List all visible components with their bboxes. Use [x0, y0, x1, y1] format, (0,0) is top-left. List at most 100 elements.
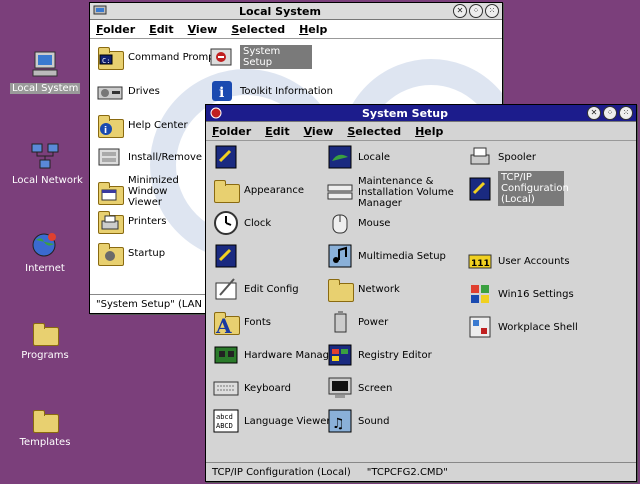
- computer-icon: [30, 50, 60, 80]
- svg-text:i: i: [219, 85, 224, 101]
- item-minimized-window-viewer[interactable]: Minimized Window Viewer: [96, 175, 198, 208]
- menu-selected[interactable]: Selected: [347, 125, 401, 138]
- system-menu-icon[interactable]: [209, 107, 223, 119]
- notebook-icon: [212, 242, 240, 270]
- system-setup-titlebar[interactable]: System Setup ✕ ⁘ ⁙: [206, 105, 636, 122]
- local-system-titlebar[interactable]: Local System ✕ ⁘ ⁙: [90, 3, 502, 20]
- system-setup-window[interactable]: System Setup ✕ ⁘ ⁙ Folder Edit View Sele…: [205, 104, 637, 482]
- item-mouse[interactable]: Mouse: [326, 209, 390, 237]
- maximize-button[interactable]: ⁙: [485, 4, 499, 18]
- system-setup-status: TCP/IP Configuration (Local) "TCPCFG2.CM…: [206, 462, 636, 481]
- item-network[interactable]: Network: [326, 275, 400, 303]
- item-language-viewer[interactable]: abcd ABCD Language Viewer: [212, 407, 331, 435]
- locale-icon: [326, 143, 354, 171]
- status-selected-object: TCP/IP Configuration (Local): [212, 466, 351, 478]
- spooler-icon: [466, 143, 494, 171]
- item-locale[interactable]: Locale: [326, 143, 390, 171]
- desktop-icon-local-network[interactable]: Local Network: [10, 142, 83, 186]
- svg-text:abcd: abcd: [216, 413, 233, 421]
- workplace-shell-icon: [466, 313, 494, 341]
- svg-text:A: A: [215, 314, 232, 336]
- local-system-menubar: Folder Edit View Selected Help: [90, 20, 502, 39]
- desktop-icon-label: Templates: [19, 437, 71, 448]
- menu-view[interactable]: View: [188, 23, 218, 36]
- item-workplace-shell[interactable]: Workplace Shell: [466, 313, 578, 341]
- screen-icon: [326, 374, 354, 402]
- item-unnamed-2[interactable]: [212, 242, 244, 270]
- system-setup-content: Appearance Clock Edit Config A Fonts Har…: [206, 141, 636, 462]
- minimize-button[interactable]: ⁘: [603, 106, 617, 120]
- svg-text:ABCD: ABCD: [216, 422, 233, 430]
- volume-manager-icon: [326, 179, 354, 207]
- desktop-icon-templates[interactable]: Templates: [10, 404, 80, 448]
- item-command-prompts[interactable]: C: Command Prompts: [96, 43, 224, 71]
- item-startup[interactable]: Startup: [96, 239, 165, 267]
- multimedia-icon: [326, 242, 354, 270]
- item-registry-editor[interactable]: Registry Editor: [326, 341, 432, 369]
- item-user-accounts[interactable]: 111 User Accounts: [466, 247, 570, 275]
- desktop-icon-label: Programs: [21, 350, 69, 361]
- item-hardware-manager[interactable]: Hardware Manager: [212, 341, 339, 369]
- maximize-button[interactable]: ⁙: [619, 106, 633, 120]
- item-maintenance-installation-volume-manager[interactable]: Maintenance & Installation Volume Manage…: [326, 176, 468, 209]
- item-edit-config[interactable]: Edit Config: [212, 275, 299, 303]
- item-system-setup[interactable]: System Setup: [208, 43, 312, 71]
- mouse-icon: [326, 209, 354, 237]
- system-setup-menubar: Folder Edit View Selected Help: [206, 122, 636, 141]
- svg-text:111: 111: [471, 259, 490, 269]
- item-power[interactable]: Power: [326, 308, 388, 336]
- printers-icon: [96, 207, 124, 235]
- menu-folder[interactable]: Folder: [212, 125, 251, 138]
- item-clock[interactable]: Clock: [212, 209, 271, 237]
- minimize-button[interactable]: ⁘: [469, 4, 483, 18]
- item-toolkit-information[interactable]: i Toolkit Information: [208, 77, 333, 105]
- minimized-window-viewer-icon: [96, 178, 124, 206]
- item-appearance[interactable]: Appearance: [212, 176, 304, 204]
- network-folder-icon: [326, 275, 354, 303]
- window-title: Local System: [239, 4, 321, 18]
- windows-flag-icon: [466, 280, 494, 308]
- item-install-remove[interactable]: Install/Remove: [96, 143, 202, 171]
- close-button[interactable]: ✕: [453, 4, 467, 18]
- appearance-folder-icon: [212, 176, 240, 204]
- item-win16-settings[interactable]: Win16 Settings: [466, 280, 574, 308]
- menu-edit[interactable]: Edit: [149, 23, 173, 36]
- desktop-icon-local-system[interactable]: Local System: [10, 50, 81, 94]
- item-sound[interactable]: ♫ Sound: [326, 407, 390, 435]
- window-title: System Setup: [362, 106, 448, 120]
- menu-edit[interactable]: Edit: [265, 125, 289, 138]
- desktop-icon-internet[interactable]: Internet: [10, 230, 80, 274]
- menu-view[interactable]: View: [304, 125, 334, 138]
- item-spooler[interactable]: Spooler: [466, 143, 536, 171]
- desktop-icon-programs[interactable]: Programs: [10, 317, 80, 361]
- system-setup-icon: [208, 43, 236, 71]
- help-center-icon: i: [96, 111, 124, 139]
- globe-icon: [30, 230, 60, 260]
- keyboard-icon: [212, 374, 240, 402]
- item-screen[interactable]: Screen: [326, 374, 392, 402]
- system-menu-icon[interactable]: [93, 5, 107, 17]
- item-tcpip-configuration[interactable]: TCP/IP Configuration (Local): [466, 171, 569, 206]
- sound-icon: ♫: [326, 407, 354, 435]
- desktop-icon-label: Local Network: [12, 175, 83, 186]
- item-help-center[interactable]: i Help Center: [96, 111, 188, 139]
- item-keyboard[interactable]: Keyboard: [212, 374, 291, 402]
- menu-help[interactable]: Help: [299, 23, 327, 36]
- item-fonts[interactable]: A Fonts: [212, 308, 271, 336]
- menu-help[interactable]: Help: [415, 125, 443, 138]
- item-printers[interactable]: Printers: [96, 207, 166, 235]
- item-drives[interactable]: Drives: [96, 77, 160, 105]
- menu-folder[interactable]: Folder: [96, 23, 135, 36]
- startup-icon: [96, 239, 124, 267]
- templates-folder-icon: [30, 404, 60, 434]
- item-multimedia-setup[interactable]: Multimedia Setup: [326, 242, 446, 270]
- svg-text:C:: C:: [102, 57, 110, 65]
- edit-config-icon: [212, 275, 240, 303]
- svg-text:♫: ♫: [332, 416, 345, 432]
- desktop-icon-label: Local System: [10, 83, 81, 94]
- menu-selected[interactable]: Selected: [231, 23, 285, 36]
- install-remove-icon: [96, 143, 124, 171]
- close-button[interactable]: ✕: [587, 106, 601, 120]
- power-icon: [326, 308, 354, 336]
- item-unnamed-1[interactable]: [212, 143, 244, 171]
